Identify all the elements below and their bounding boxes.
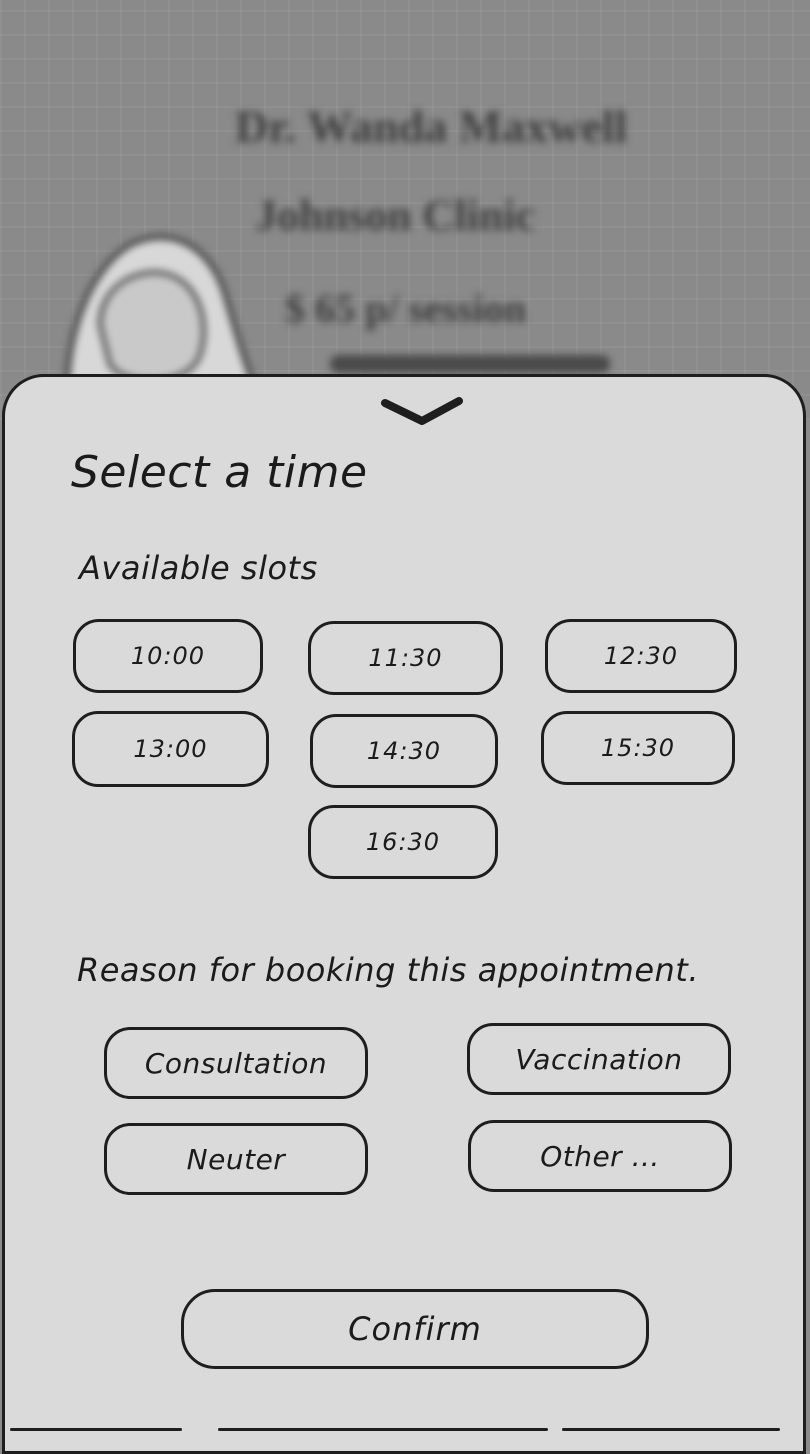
chevron-down-icon[interactable] xyxy=(381,395,463,429)
slot-button-1130[interactable]: 11:30 xyxy=(308,621,503,695)
confirm-button[interactable]: Confirm xyxy=(181,1289,649,1369)
reason-vaccination-button[interactable]: Vaccination xyxy=(467,1023,731,1095)
slot-button-1530[interactable]: 15:30 xyxy=(541,711,735,785)
blurred-text-line xyxy=(330,355,610,373)
clinic-name: Johnson Clinic xyxy=(255,191,535,240)
slot-button-1000[interactable]: 10:00 xyxy=(73,619,263,693)
bottom-divider xyxy=(562,1428,780,1431)
reason-consultation-button[interactable]: Consultation xyxy=(104,1027,368,1099)
slot-button-1300[interactable]: 13:00 xyxy=(72,711,269,787)
price-line: $ 65 p/ session xyxy=(285,286,527,331)
reason-neuter-button[interactable]: Neuter xyxy=(104,1123,368,1195)
background-profile-screen: Dr. Wanda Maxwell Johnson Clinic $ 65 p/… xyxy=(0,0,810,420)
sheet-title: Select a time xyxy=(71,447,368,498)
slot-button-1630[interactable]: 16:30 xyxy=(308,805,498,879)
bottom-divider xyxy=(218,1428,548,1431)
slot-button-1230[interactable]: 12:30 xyxy=(545,619,737,693)
bottom-divider xyxy=(10,1428,182,1431)
time-selection-sheet: Select a time Available slots 10:00 11:3… xyxy=(2,374,806,1454)
slot-button-1430[interactable]: 14:30 xyxy=(310,714,498,788)
reason-label: Reason for booking this appointment. xyxy=(77,951,700,989)
doctor-name: Dr. Wanda Maxwell xyxy=(235,101,628,152)
available-slots-label: Available slots xyxy=(79,549,318,587)
reason-other-button[interactable]: Other ... xyxy=(468,1120,732,1192)
